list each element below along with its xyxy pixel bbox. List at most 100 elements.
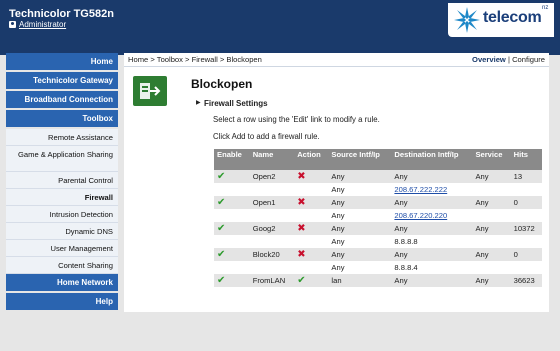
rule-name: FromLAN — [249, 274, 295, 287]
table-row[interactable]: Any 8.8.8.8 — [214, 235, 542, 248]
logo-superscript: nz — [542, 5, 549, 11]
empty-cell — [249, 235, 295, 248]
action-cell: ✖ — [294, 222, 329, 235]
table-row[interactable]: Any 208.67.220.220 — [214, 209, 542, 222]
sidebar-item-home[interactable]: Home — [6, 53, 118, 72]
sidebar-item-game-application-sharing[interactable]: Game & Application Sharing — [6, 146, 118, 172]
x-icon: ✖ — [297, 249, 306, 260]
action-cell: ✔ — [294, 274, 329, 287]
table-row[interactable]: ✔ Block20 ✖ Any Any Any 0 — [214, 248, 542, 261]
table-row[interactable]: Any 8.8.8.4 — [214, 261, 542, 274]
sidebar-item-remote-assistance[interactable]: Remote Assistance — [6, 129, 118, 146]
table-row[interactable]: ✔ FromLAN ✔ lan Any Any 36623 — [214, 274, 542, 287]
column-header: Enable — [214, 149, 250, 170]
sidebar-item-home-network[interactable]: Home Network — [6, 274, 118, 293]
sidebar-nav: Home Technicolor Gateway Broadband Connect… — [6, 53, 118, 312]
enable-cell[interactable]: ✔ — [214, 248, 250, 261]
column-header: Destination Intf/Ip — [391, 149, 473, 170]
table-row[interactable]: Any 208.67.222.222 — [214, 183, 542, 196]
empty-cell — [294, 183, 329, 196]
table-row[interactable]: ✔ Open1 ✖ Any Any Any 0 — [214, 196, 542, 209]
service: Any — [472, 274, 511, 287]
empty-cell — [214, 235, 250, 248]
dest-intf: Any — [391, 170, 473, 183]
sidebar-item-help[interactable]: Help — [6, 293, 118, 312]
source-intf: lan — [328, 274, 392, 287]
empty-cell — [294, 261, 329, 274]
empty-cell — [510, 183, 542, 196]
rule-name: Open1 — [249, 196, 295, 209]
check-icon: ✔ — [217, 249, 226, 260]
table-header-row: Enable Name Action Source Intf/Ip Destinatio… — [214, 149, 542, 170]
sidebar-item-intrusion-detection[interactable]: Intrusion Detection — [6, 206, 118, 223]
hint-text-add: Click Add to add a firewall rule. — [213, 132, 320, 141]
rule-name: Goog2 — [249, 222, 295, 235]
dest-ip-link[interactable]: 208.67.220.220 — [391, 209, 473, 222]
footer-area — [0, 312, 560, 351]
source-ip: Any — [328, 183, 392, 196]
source-intf: Any — [328, 170, 392, 183]
hits: 0 — [510, 196, 542, 209]
check-icon: ✔ — [297, 275, 306, 286]
dest-ip: 8.8.8.4 — [391, 261, 473, 274]
enable-cell[interactable]: ✔ — [214, 196, 250, 209]
check-icon: ✔ — [217, 171, 226, 182]
page-title: Blockopen — [191, 77, 253, 91]
x-icon: ✖ — [297, 197, 306, 208]
dest-intf: Any — [391, 196, 473, 209]
empty-cell — [214, 209, 250, 222]
user-link-container: Administrator — [9, 20, 66, 29]
hits: 36623 — [510, 274, 542, 287]
breadcrumb[interactable]: Home > Toolbox > Firewall > Blockopen — [128, 55, 262, 64]
empty-cell — [472, 261, 511, 274]
sidebar-item-broadband-connection[interactable]: Broadband Connection — [6, 91, 118, 110]
sidebar-item-user-management[interactable]: User Management — [6, 240, 118, 257]
empty-cell — [214, 183, 250, 196]
empty-cell — [510, 209, 542, 222]
column-header: Name — [249, 149, 295, 170]
dest-intf: Any — [391, 222, 473, 235]
column-header: Source Intf/Ip — [328, 149, 392, 170]
dest-intf: Any — [391, 274, 473, 287]
dest-intf: Any — [391, 248, 473, 261]
sidebar-item-dynamic-dns[interactable]: Dynamic DNS — [6, 223, 118, 240]
column-header: Service — [472, 149, 511, 170]
overview-link[interactable]: Overview — [472, 55, 506, 64]
enable-cell[interactable]: ✔ — [214, 170, 250, 183]
enable-cell[interactable]: ✔ — [214, 222, 250, 235]
action-cell: ✖ — [294, 170, 329, 183]
sidebar-item-content-sharing[interactable]: Content Sharing — [6, 257, 118, 274]
telecom-logo: telecom nz — [448, 3, 554, 37]
rule-name: Open2 — [249, 170, 295, 183]
empty-cell — [249, 209, 295, 222]
service: Any — [472, 170, 511, 183]
service: Any — [472, 196, 511, 209]
breadcrumb-bar: Home > Toolbox > Firewall > Blockopen Ov… — [124, 53, 549, 67]
sidebar-item-parental-control[interactable]: Parental Control — [6, 172, 118, 189]
empty-cell — [249, 183, 295, 196]
action-cell: ✖ — [294, 196, 329, 209]
source-intf: Any — [328, 222, 392, 235]
sidebar-item-technicolor-gateway[interactable]: Technicolor Gateway — [6, 72, 118, 91]
sidebar-item-firewall[interactable]: Firewall — [6, 189, 118, 206]
firewall-rules-table: Enable Name Action Source Intf/Ip Destinatio… — [214, 149, 542, 287]
empty-cell — [294, 235, 329, 248]
top-nav: Overview | Configure — [472, 55, 545, 64]
dest-ip-link[interactable]: 208.67.222.222 — [391, 183, 473, 196]
column-header: Hits — [510, 149, 542, 170]
check-icon: ✔ — [217, 275, 226, 286]
user-link[interactable]: Administrator — [19, 20, 66, 29]
empty-cell — [294, 209, 329, 222]
configure-link[interactable]: Configure — [512, 55, 545, 64]
dest-ip: 8.8.8.8 — [391, 235, 473, 248]
device-title: Technicolor TG582n — [9, 8, 114, 20]
column-header: Action — [294, 149, 329, 170]
enable-cell[interactable]: ✔ — [214, 274, 250, 287]
table-row[interactable]: ✔ Open2 ✖ Any Any Any 13 — [214, 170, 542, 183]
empty-cell — [472, 235, 511, 248]
table-row[interactable]: ✔ Goog2 ✖ Any Any Any 10372 — [214, 222, 542, 235]
logo-text: telecom — [483, 9, 542, 26]
firewall-icon — [133, 76, 167, 106]
sidebar-item-toolbox[interactable]: Toolbox — [6, 110, 118, 129]
service: Any — [472, 222, 511, 235]
